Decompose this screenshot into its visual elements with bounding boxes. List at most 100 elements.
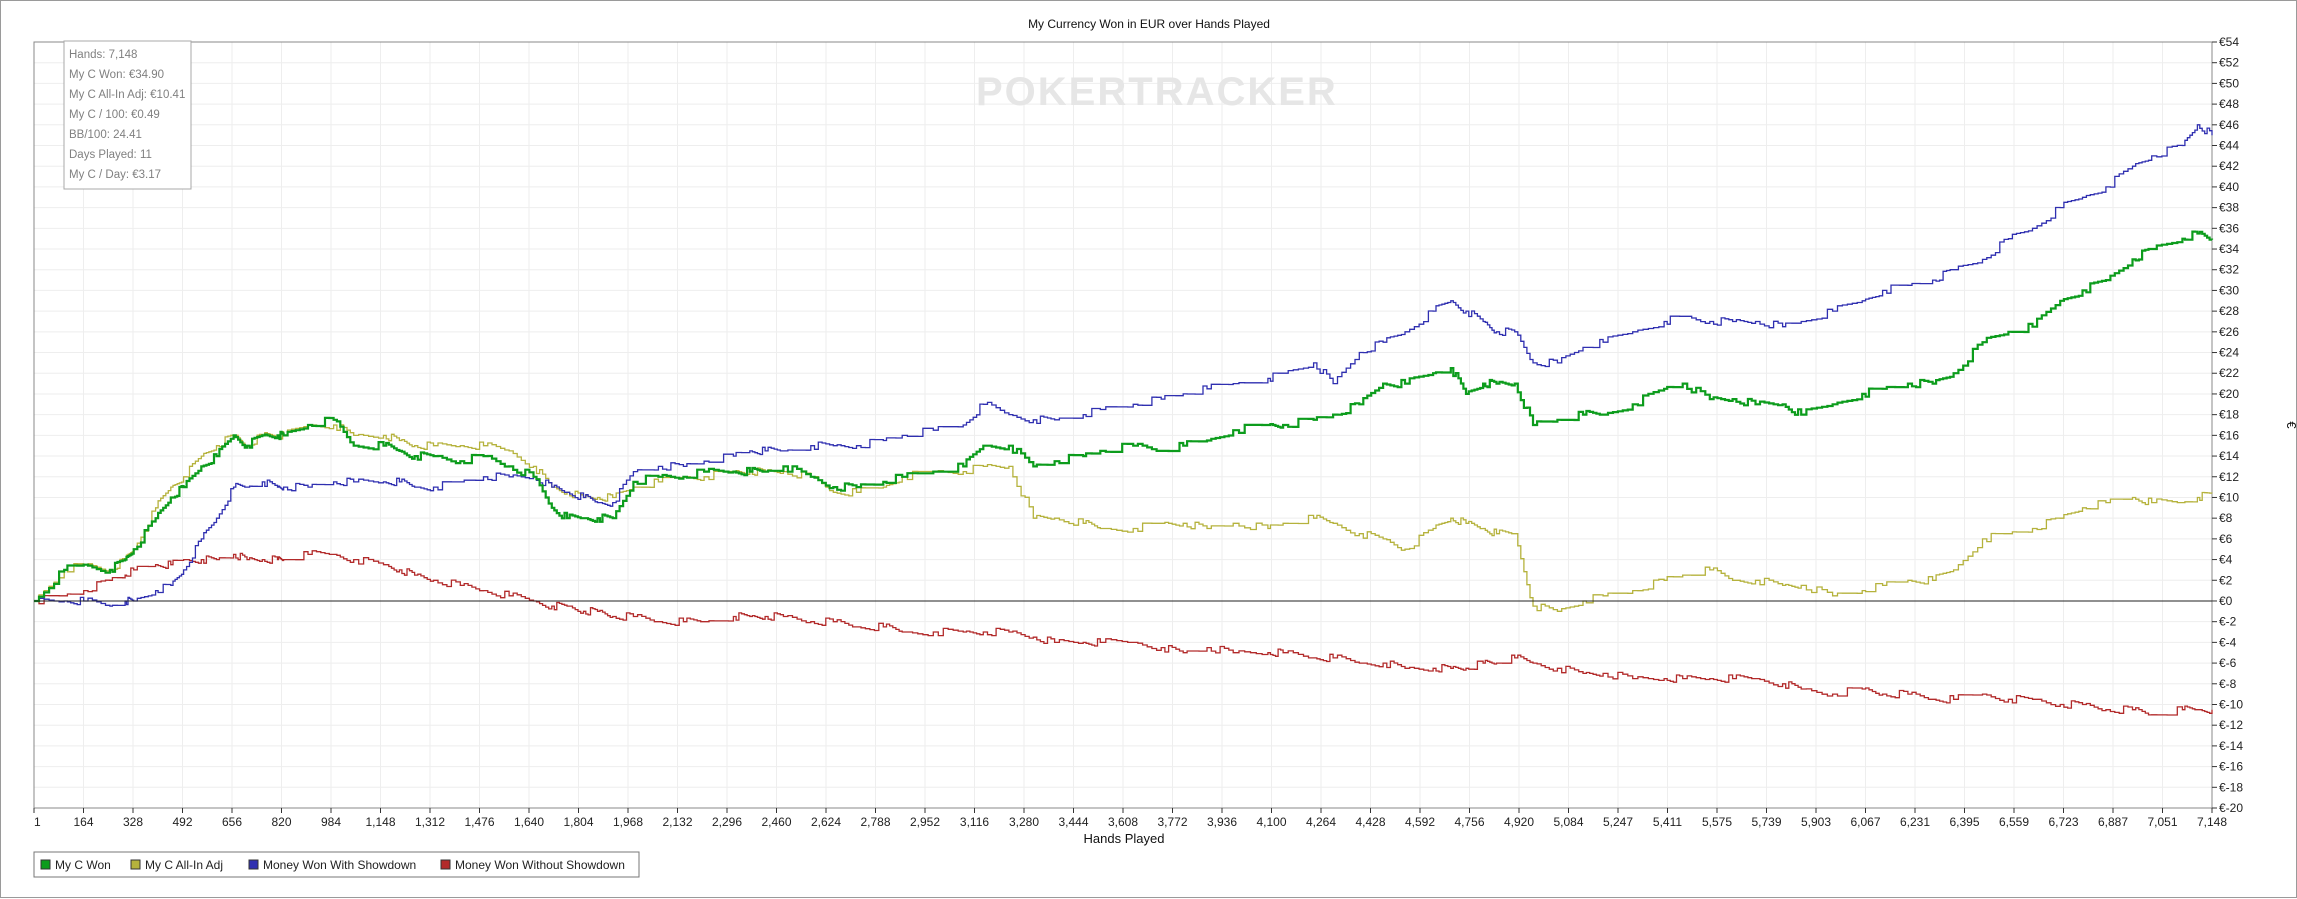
x-tick-label: 4,100	[1256, 815, 1286, 829]
y-tick-label: €28	[2219, 304, 2239, 318]
x-tick-label: 5,084	[1553, 815, 1583, 829]
y-tick-label: €36	[2219, 221, 2239, 235]
legend-swatch	[40, 859, 51, 870]
x-tick-label: 6,231	[1900, 815, 1930, 829]
x-tick-label: 2,296	[712, 815, 742, 829]
chart-svg: POKERTRACKER My Currency Won in EUR over…	[33, 17, 2297, 878]
x-tick-label: 7,148	[2197, 815, 2227, 829]
y-tick-label: €48	[2219, 97, 2239, 111]
y-tick-label: €24	[2219, 346, 2239, 360]
y-tick-label: €32	[2219, 263, 2239, 277]
x-tick-label: 5,575	[1702, 815, 1732, 829]
y-tick-label: €34	[2219, 242, 2239, 256]
x-tick-label: 3,444	[1058, 815, 1088, 829]
stats-line: My C All-In Adj: €10.41	[69, 89, 185, 101]
x-tick-label: 3,116	[960, 815, 989, 829]
x-tick-label: 7,051	[2147, 815, 2177, 829]
x-tick-label: 2,788	[860, 815, 890, 829]
x-tick-label: 3,608	[1108, 815, 1138, 829]
x-tick-label: 1,148	[365, 815, 395, 829]
y-tick-label: €46	[2219, 118, 2239, 132]
y-tick-label: €44	[2219, 139, 2239, 153]
x-tick-label: 1,640	[514, 815, 544, 829]
x-tick-label: 2,624	[811, 815, 841, 829]
legend-label: My C Won	[55, 858, 111, 872]
x-tick-label: 4,264	[1306, 815, 1336, 829]
legend-label: My C All-In Adj	[145, 858, 223, 872]
x-tick-label: 164	[73, 815, 93, 829]
x-tick-label: 5,739	[1751, 815, 1781, 829]
y-tick-label: €-16	[2219, 760, 2243, 774]
stats-line: My C / 100: €0.49	[69, 109, 160, 121]
stats-box: Hands: 7,148 My C Won: €34.90 My C All-In …	[63, 40, 192, 190]
x-tick-label: 4,592	[1405, 815, 1435, 829]
y-tick-label: €38	[2219, 201, 2239, 215]
y-tick-label: €10	[2219, 490, 2239, 504]
legend-label: Money Won Without Showdown	[455, 858, 625, 872]
y-tick-label: €-14	[2219, 739, 2243, 753]
grid	[33, 41, 2213, 809]
stats-line: My C Won: €34.90	[69, 69, 164, 81]
y-tick-label: €-6	[2219, 656, 2237, 670]
y-tick-label: €54	[2219, 35, 2239, 49]
x-tick-label: 1,804	[563, 815, 593, 829]
x-tick-label: 1	[34, 815, 41, 829]
x-tick-label: 6,395	[1949, 815, 1979, 829]
x-tick-label: 3,772	[1157, 815, 1187, 829]
chart-title: My Currency Won in EUR over Hands Played	[1028, 17, 1270, 31]
y-tick-label: €-4	[2219, 635, 2237, 649]
x-tick-label: 5,411	[1653, 815, 1682, 829]
x-tick-label: 3,280	[1009, 815, 1039, 829]
x-tick-label: 3,936	[1207, 815, 1237, 829]
y-tick-label: €6	[2219, 532, 2233, 546]
stats-line: BB/100: 24.41	[69, 129, 142, 141]
y-tick-label: €50	[2219, 76, 2239, 90]
stats-line: My C / Day: €3.17	[69, 169, 161, 181]
watermark: POKERTRACKER	[976, 70, 1338, 114]
y-tick-label: €-20	[2219, 801, 2243, 815]
x-tick-label: 4,920	[1504, 815, 1534, 829]
x-tick-label: 6,723	[2048, 815, 2078, 829]
y-tick-label: €-2	[2219, 615, 2237, 629]
x-tick-label: 656	[222, 815, 242, 829]
y-tick-label: €16	[2219, 428, 2239, 442]
chart-frame: POKERTRACKER My Currency Won in EUR over…	[0, 0, 2297, 898]
x-tick-label: 5,903	[1801, 815, 1831, 829]
y-tick-label: €22	[2219, 366, 2239, 380]
x-tick-label: 1,968	[613, 815, 643, 829]
x-tick-label: 6,887	[2098, 815, 2128, 829]
legend-swatch	[248, 859, 259, 870]
x-tick-label: 1,312	[415, 815, 445, 829]
x-tick-label: 328	[123, 815, 143, 829]
x-tick-label: 2,132	[662, 815, 692, 829]
y-tick-label: €18	[2219, 408, 2239, 422]
x-tick-label: 6,559	[1999, 815, 2029, 829]
y-axis-title: €	[2284, 421, 2297, 429]
y-tick-label: €-8	[2219, 677, 2237, 691]
y-axis: €54 €52 €50 €48 €46 €44 €42 €40 €38 €36 €34 €32 €30 €…	[2212, 35, 2243, 815]
y-tick-label: €30	[2219, 283, 2239, 297]
legend: My C Won My C All-In Adj Money Won With Sh…	[33, 851, 640, 878]
y-tick-label: €52	[2219, 56, 2239, 70]
legend-swatch	[440, 859, 451, 870]
x-axis: 1 164 328 492 656 820 984 1,148 1,312 1,476 1,640 1…	[33, 808, 2227, 829]
x-tick-label: 820	[271, 815, 291, 829]
y-tick-label: €-10	[2219, 697, 2243, 711]
x-tick-label: 2,952	[910, 815, 940, 829]
y-tick-label: €-18	[2219, 780, 2243, 794]
x-tick-label: 984	[321, 815, 341, 829]
y-tick-label: €0	[2219, 594, 2233, 608]
y-tick-label: €8	[2219, 511, 2233, 525]
y-tick-label: €20	[2219, 387, 2239, 401]
y-tick-label: €40	[2219, 180, 2239, 194]
y-tick-label: €12	[2219, 470, 2239, 484]
y-tick-label: €2	[2219, 573, 2233, 587]
x-tick-label: 4,428	[1355, 815, 1385, 829]
x-tick-label: 492	[172, 815, 192, 829]
legend-label: Money Won With Showdown	[263, 858, 416, 872]
y-tick-label: €-12	[2219, 718, 2243, 732]
stats-line: Days Played: 11	[69, 149, 152, 161]
x-axis-title: Hands Played	[1084, 831, 1165, 846]
x-tick-label: 2,460	[761, 815, 791, 829]
x-tick-label: 5,247	[1603, 815, 1633, 829]
